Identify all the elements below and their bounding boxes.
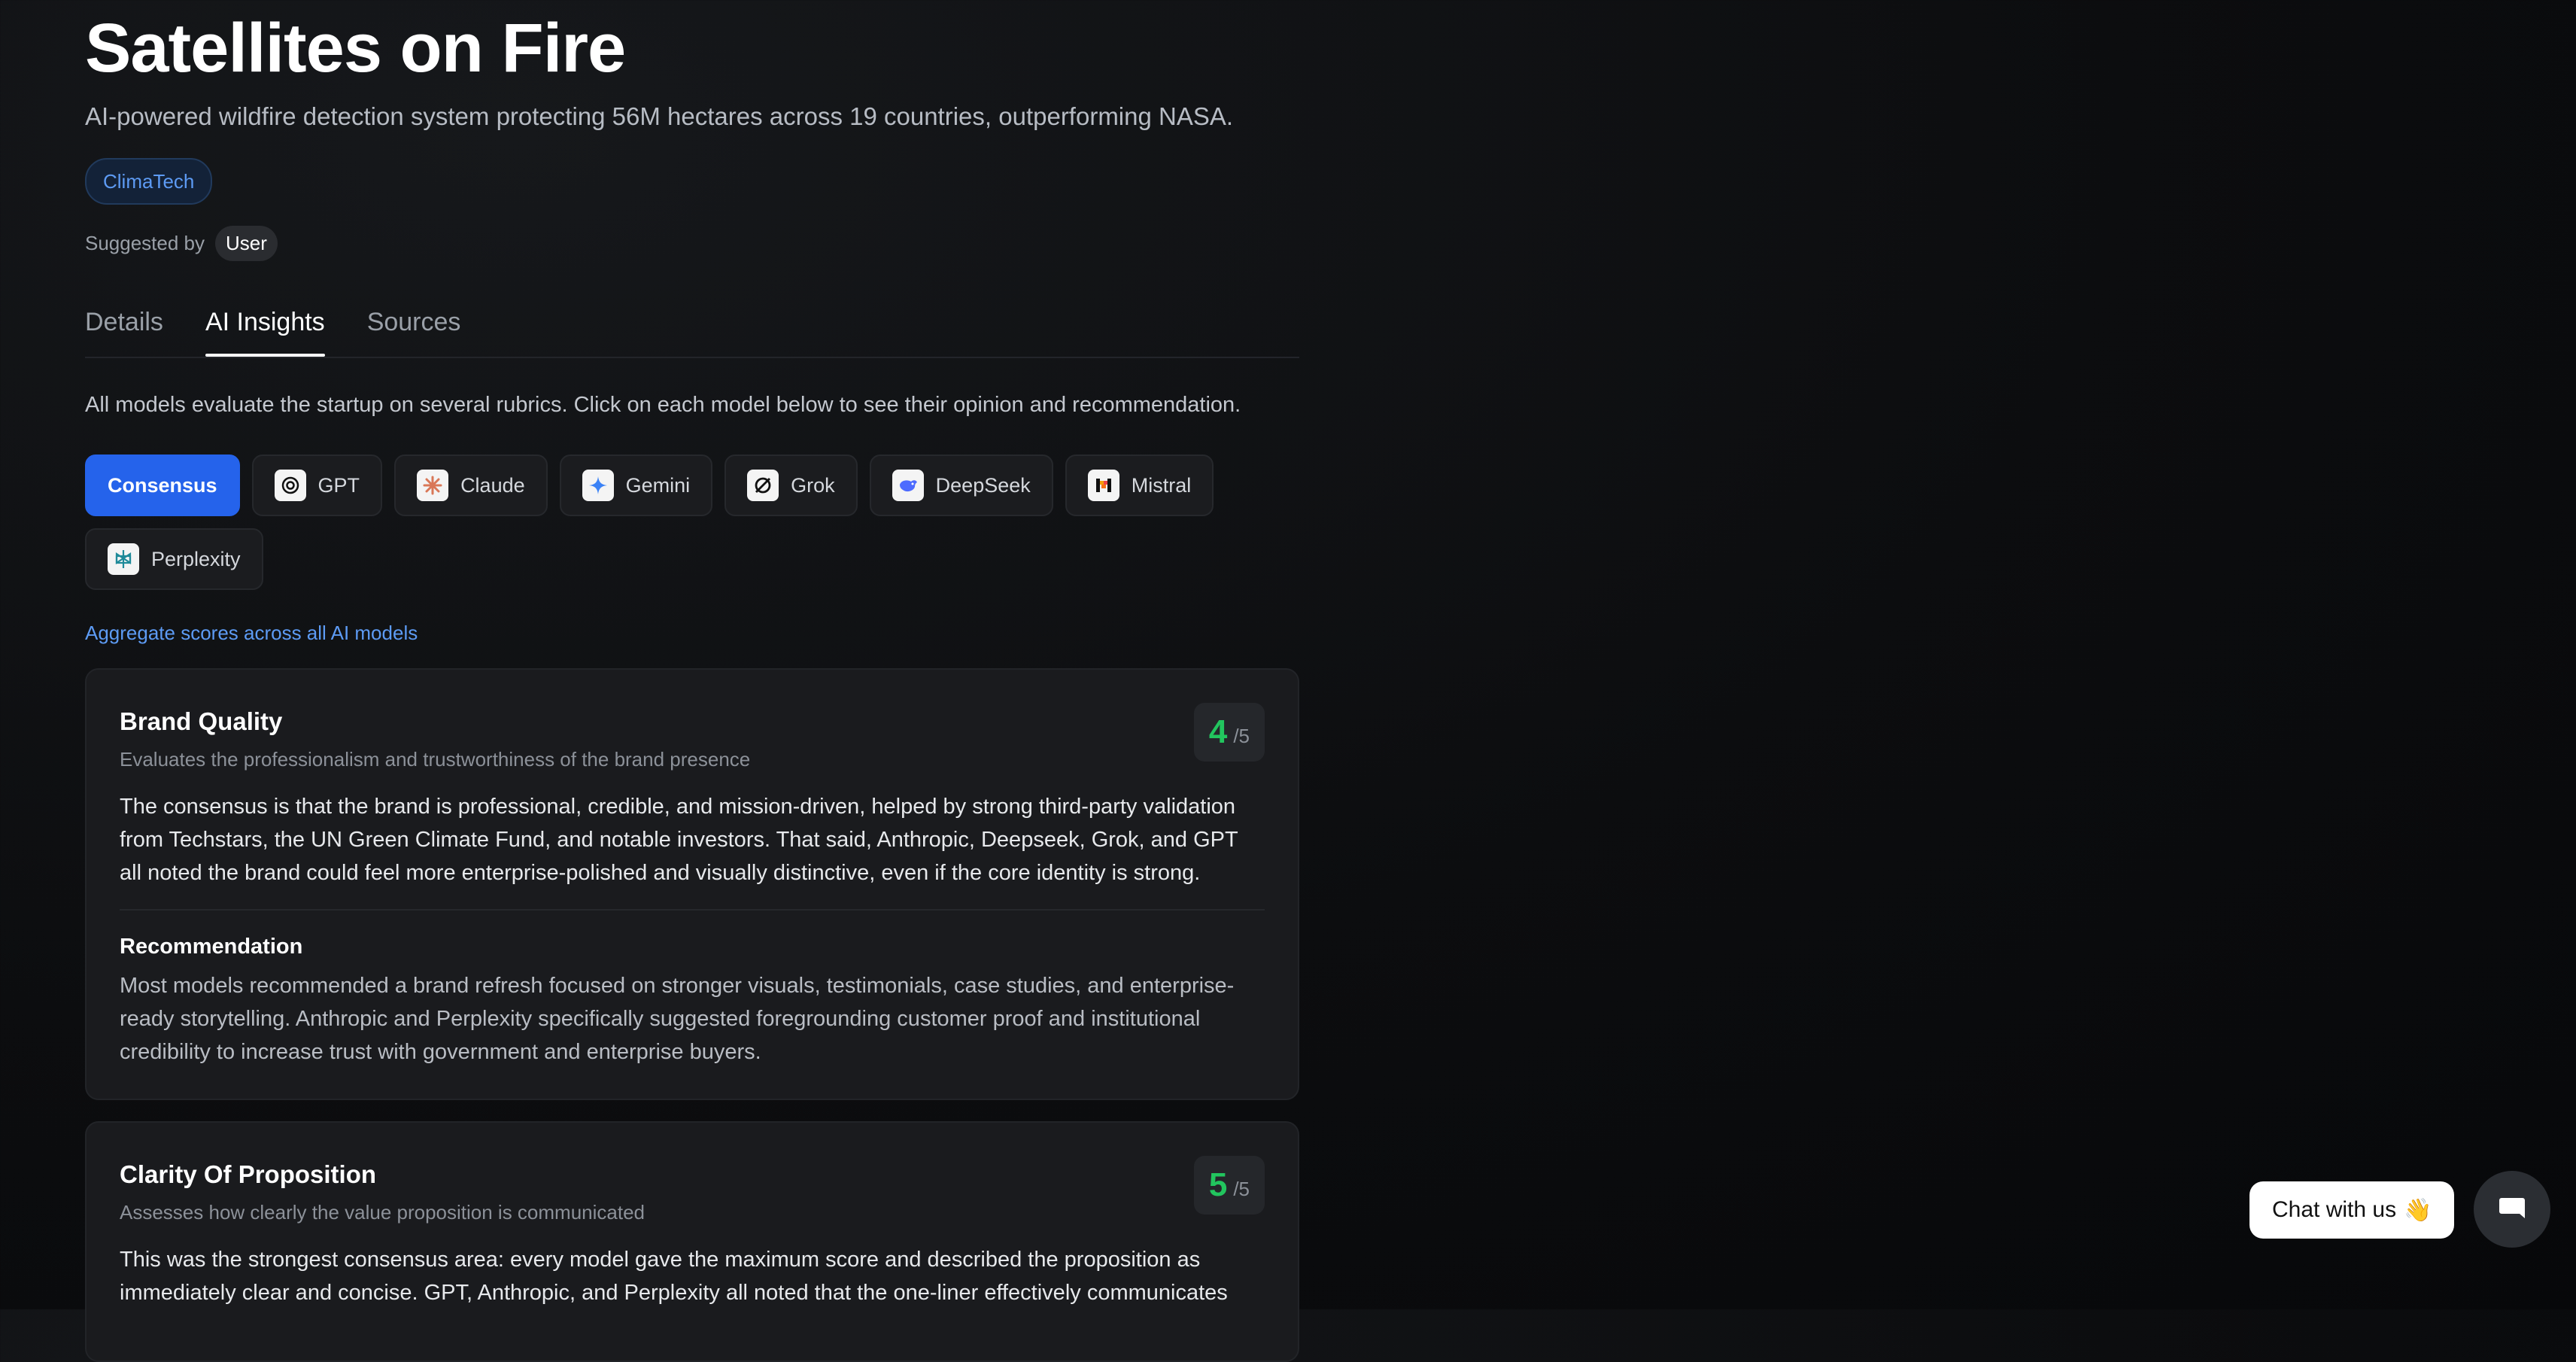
score-badge: 4 /5 <box>1193 703 1265 762</box>
model-label: Consensus <box>108 473 217 497</box>
suggested-by-label: Suggested by <box>85 232 205 254</box>
waving-hand-icon: 👋 <box>2404 1197 2432 1223</box>
model-button-grok[interactable]: Grok <box>724 455 858 516</box>
tab-ai-insights[interactable]: AI Insights <box>205 301 325 357</box>
model-button-claude[interactable]: Claude <box>394 455 548 516</box>
recommendation-body: Most models recommended a brand refresh … <box>120 974 1235 1064</box>
model-label: Grok <box>791 473 835 497</box>
rubric-description: Assesses how clearly the value propositi… <box>120 1201 646 1224</box>
chat-bubble-icon <box>2496 1191 2529 1228</box>
model-button-gpt[interactable]: GPT <box>251 455 383 516</box>
recommendation-title: Recommendation <box>120 935 303 959</box>
rubric-title: Clarity Of Proposition <box>120 1160 377 1188</box>
claude-icon <box>417 470 449 501</box>
tab-details[interactable]: Details <box>85 301 163 355</box>
divider <box>120 909 1265 911</box>
model-button-consensus[interactable]: Consensus <box>85 455 240 516</box>
insights-intro: All models evaluate the startup on sever… <box>85 393 1241 417</box>
model-label: Gemini <box>625 473 691 497</box>
score-value: 5 <box>1208 1166 1228 1203</box>
model-button-mistral[interactable]: Mistral <box>1065 455 1214 516</box>
chat-launcher-button[interactable] <box>2474 1171 2550 1248</box>
model-label: Perplexity <box>151 547 241 570</box>
aggregate-scores-link[interactable]: Aggregate scores across all AI models <box>85 622 418 645</box>
rubric-title: Brand Quality <box>120 707 283 735</box>
openai-icon <box>274 470 306 501</box>
score-max: /5 <box>1233 1178 1250 1200</box>
model-button-perplexity[interactable]: Perplexity <box>85 528 263 590</box>
gemini-icon <box>582 470 614 501</box>
tab-sources[interactable]: Sources <box>367 301 461 355</box>
suggested-by: Suggested by User <box>85 226 278 261</box>
model-button-gemini[interactable]: Gemini <box>559 455 713 516</box>
category-tag[interactable]: ClimaTech <box>85 158 213 205</box>
chat-with-us-button[interactable]: Chat with us 👋 <box>2249 1181 2455 1239</box>
score-max: /5 <box>1233 725 1250 747</box>
perplexity-icon <box>108 543 139 575</box>
model-label: DeepSeek <box>935 473 1031 497</box>
rubric-card: Brand Quality Evaluates the professional… <box>85 668 1299 1100</box>
grok-icon <box>747 470 779 501</box>
page-subtitle: AI-powered wildfire detection system pro… <box>85 102 1234 130</box>
rubric-body: This was the strongest consensus area: e… <box>120 1248 1228 1305</box>
score-value: 4 <box>1208 713 1228 750</box>
rubric-body: The consensus is that the brand is profe… <box>120 795 1238 885</box>
page-title: Satellites on Fire <box>85 10 626 87</box>
score-badge: 5 /5 <box>1193 1156 1265 1215</box>
model-button-deepseek[interactable]: DeepSeek <box>869 455 1053 516</box>
model-label: Claude <box>460 473 525 497</box>
tab-bar: Details AI Insights Sources <box>85 301 1299 358</box>
mistral-icon <box>1087 470 1119 501</box>
rubric-description: Evaluates the professionalism and trustw… <box>120 748 751 771</box>
rubric-card: Clarity Of Proposition Assesses how clea… <box>85 1121 1299 1362</box>
model-label: Mistral <box>1131 473 1192 497</box>
model-selector: Consensus GPT Claude Gemini Grok DeepSee… <box>85 455 1299 590</box>
suggested-user-chip: User <box>215 226 278 261</box>
chat-label: Chat with us <box>2272 1197 2397 1222</box>
deepseek-icon <box>892 470 924 501</box>
model-label: GPT <box>317 473 360 497</box>
